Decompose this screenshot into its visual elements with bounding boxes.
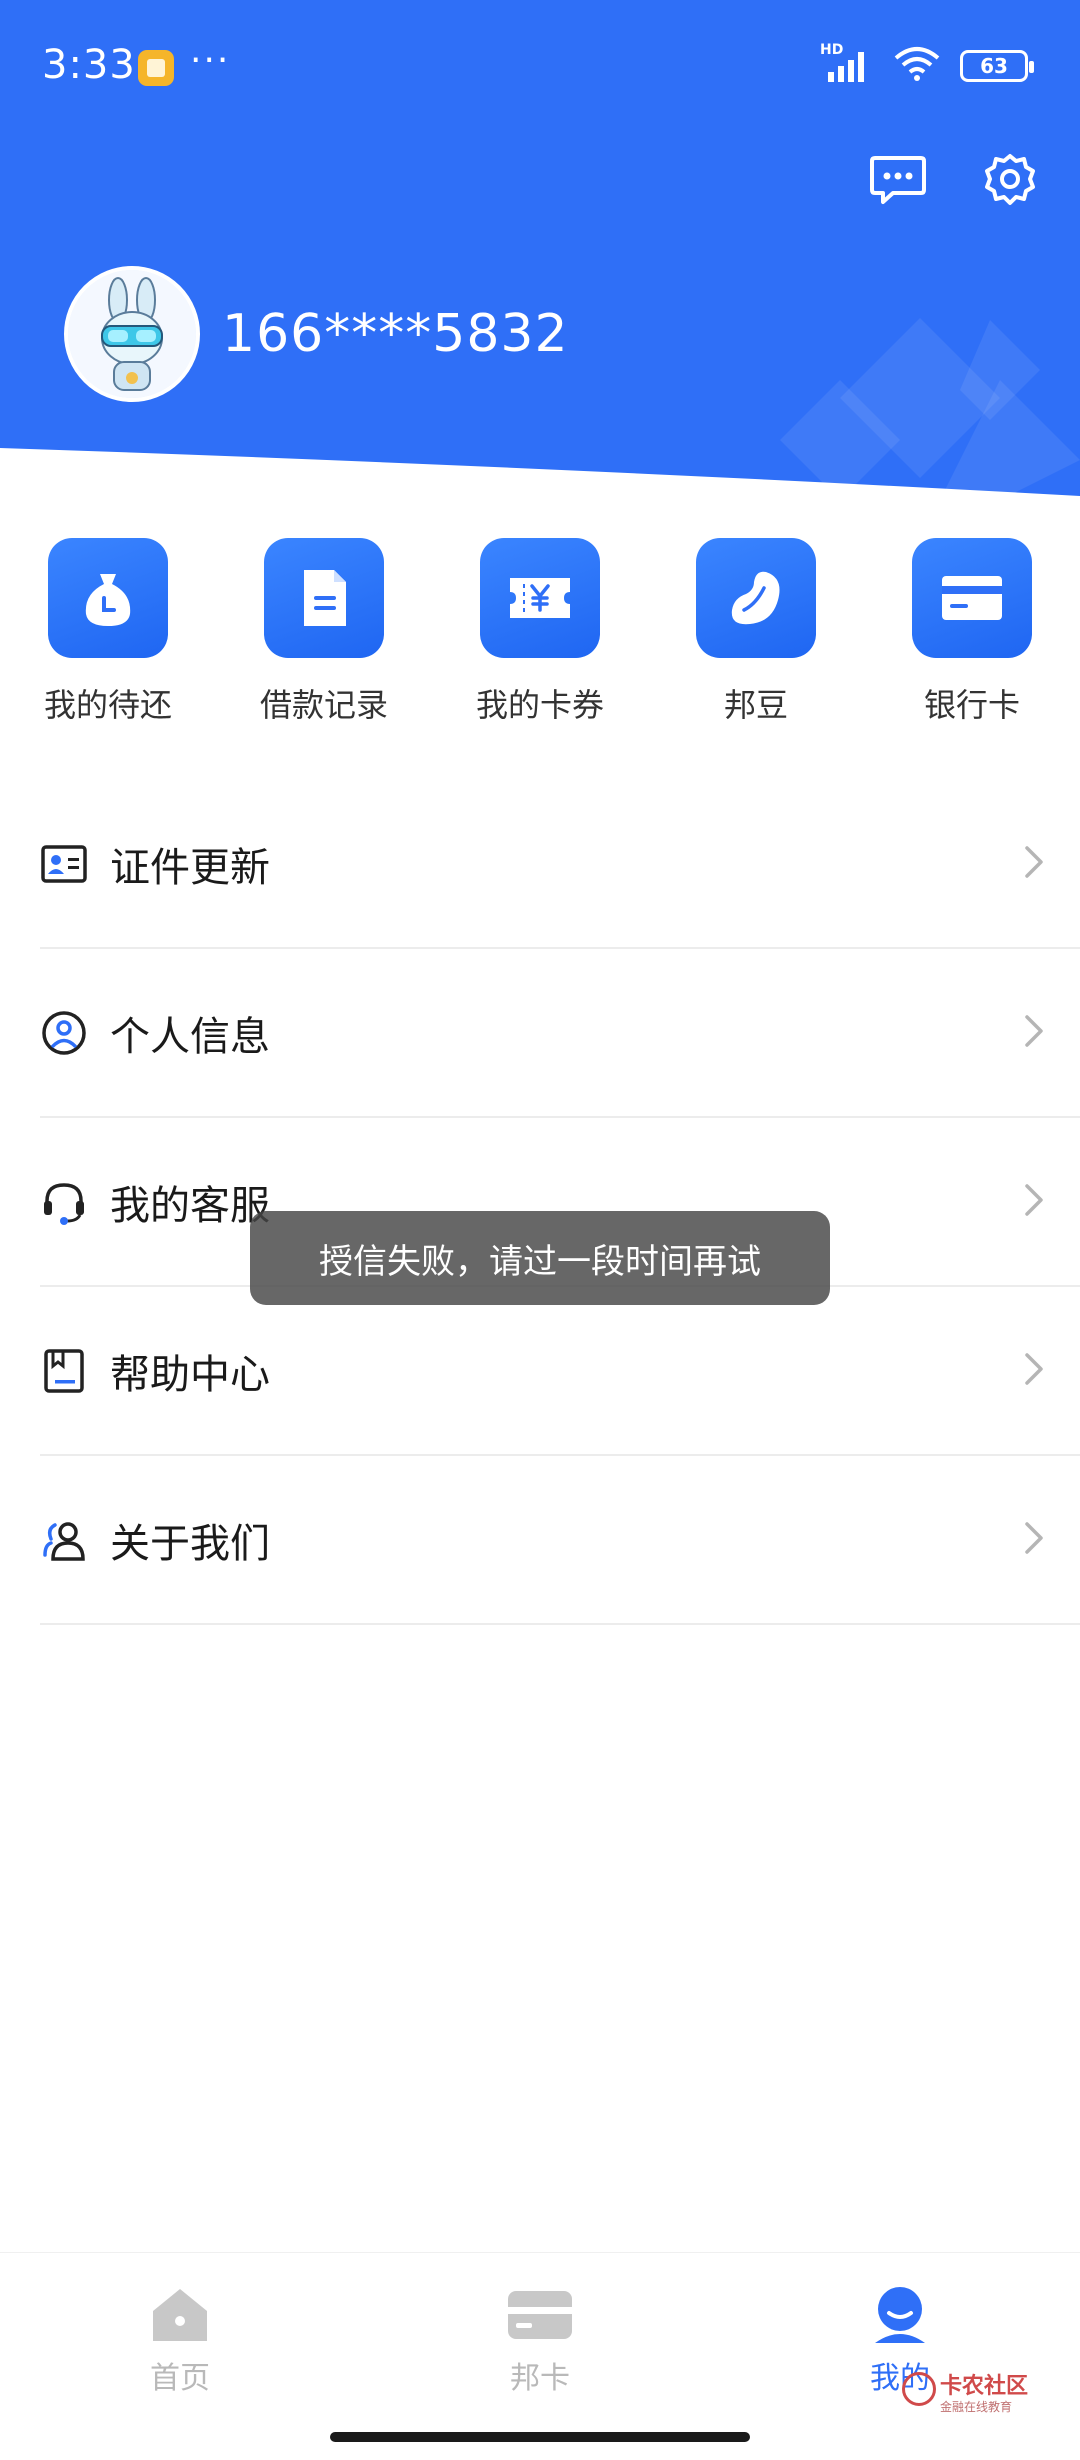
nav-tab-home[interactable]: 首页 <box>110 2285 250 2397</box>
network-type-label: HD <box>820 42 844 58</box>
chevron-right-icon <box>1024 1014 1044 1052</box>
document-icon <box>304 570 346 626</box>
watermark-logo-icon <box>902 2372 936 2406</box>
menu-item-label: 关于我们 <box>110 1520 270 1567</box>
user-circle-icon <box>42 1010 86 1055</box>
notes-app-icon <box>138 50 174 86</box>
bottom-nav: 首页 邦卡 我的 <box>0 2252 1080 2460</box>
battery-level: 63 <box>980 54 1008 78</box>
quick-action-label: 银行卡 <box>923 686 1020 724</box>
watermark-text: 卡农社区 <box>940 2374 1029 2399</box>
chevron-right-icon <box>1024 845 1044 883</box>
quick-action-label: 我的待还 <box>43 686 172 724</box>
avatar[interactable] <box>64 266 200 402</box>
message-icon <box>870 156 926 204</box>
quick-action-coupons[interactable]: 我的卡券 <box>455 538 625 726</box>
menu-item-label: 我的客服 <box>110 1182 270 1229</box>
menu-item-label: 证件更新 <box>110 844 270 891</box>
status-time: 3:33 <box>42 42 136 88</box>
quick-action-repayment[interactable]: 我的待还 <box>23 538 193 726</box>
nav-label: 首页 <box>150 2361 210 2396</box>
chevron-right-icon <box>1024 1352 1044 1390</box>
quick-actions: 我的待还 借款记录 我的卡券 邦豆 银行卡 <box>0 538 1080 728</box>
watermark-subtext: 金融在线教育 <box>940 2400 1013 2414</box>
nav-tab-card[interactable]: 邦卡 <box>470 2285 610 2397</box>
quick-action-label: 邦豆 <box>723 686 788 724</box>
profile-header: 3:33 ··· HD 63 166****5832 <box>0 0 1080 500</box>
card-icon <box>508 2291 572 2339</box>
nav-label: 邦卡 <box>510 2361 570 2396</box>
menu-item-id-update[interactable]: 证件更新 <box>40 780 1080 949</box>
home-indicator[interactable] <box>330 2432 750 2442</box>
error-toast: 授信失败，请过一段时间再试 <box>250 1211 830 1305</box>
coupon-yen-icon <box>510 578 570 618</box>
status-right-icons: HD 63 <box>820 42 1034 86</box>
settings-menu: 证件更新 个人信息 我的客服 帮助中心 关于我们 <box>40 780 1080 1625</box>
more-notifications-icon: ··· <box>190 40 231 81</box>
rabbit-avatar-icon <box>68 270 196 398</box>
phone-number: 166****5832 <box>222 304 569 364</box>
settings-button[interactable] <box>980 150 1040 210</box>
help-book-icon <box>44 1348 84 1393</box>
menu-item-label: 个人信息 <box>110 1013 270 1060</box>
message-button[interactable] <box>868 150 928 210</box>
bean-icon <box>731 571 780 625</box>
id-card-icon <box>41 844 87 883</box>
battery-icon: 63 <box>960 50 1034 82</box>
chevron-right-icon <box>1024 1183 1044 1221</box>
cellular-signal-icon: HD <box>820 42 874 84</box>
menu-item-label: 帮助中心 <box>110 1351 270 1398</box>
wifi-icon <box>892 46 942 86</box>
quick-action-beans[interactable]: 邦豆 <box>671 538 841 726</box>
menu-item-about-us[interactable]: 关于我们 <box>40 1456 1080 1625</box>
chevron-right-icon <box>1024 1521 1044 1559</box>
menu-item-personal-info[interactable]: 个人信息 <box>40 949 1080 1118</box>
home-icon <box>153 2289 207 2341</box>
quick-action-loan-records[interactable]: 借款记录 <box>239 538 409 726</box>
quick-action-label: 借款记录 <box>259 686 388 724</box>
gear-icon <box>985 154 1035 205</box>
menu-item-help-center[interactable]: 帮助中心 <box>40 1287 1080 1456</box>
status-bar: 3:33 ··· HD 63 <box>0 0 1080 140</box>
quick-action-label: 我的卡券 <box>475 686 604 724</box>
quick-action-bank-card[interactable]: 银行卡 <box>887 538 1057 726</box>
profile-icon <box>875 2287 925 2343</box>
money-bag-clock-icon <box>85 574 131 626</box>
team-icon <box>43 1521 85 1561</box>
headset-icon <box>44 1182 84 1225</box>
bank-card-icon <box>942 576 1002 620</box>
toast-message: 授信失败，请过一段时间再试 <box>319 1241 761 1282</box>
